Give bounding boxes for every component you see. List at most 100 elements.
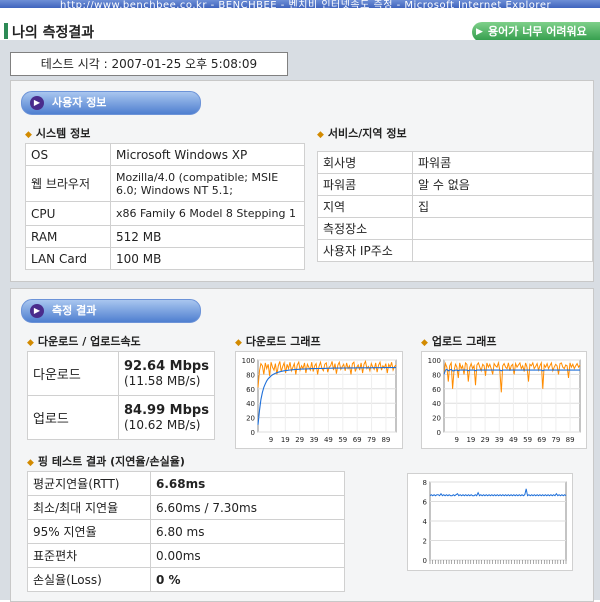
system-info-table: OS Microsoft Windows XP 웹 브라우저 Mozilla/4.0… xyxy=(25,143,305,270)
bullet-icon: ◆ xyxy=(317,130,324,140)
row-label: RAM xyxy=(25,225,111,248)
row-label: CPU xyxy=(25,201,111,226)
upload-graph-heading: ◆ 업로드 그래프 xyxy=(421,333,496,349)
bullet-icon: ◆ xyxy=(421,338,428,348)
glossary-help-button[interactable]: ▶ 용어가 너무 어려워요 xyxy=(472,22,600,42)
user-info-header: ▶ 사용자 정보 xyxy=(21,91,201,115)
row-label: 지역 xyxy=(317,195,413,218)
x-tick-label: 9 xyxy=(455,436,459,444)
table-row: LAN Card 100 MB xyxy=(25,247,305,270)
row-label: 회사명 xyxy=(317,151,413,174)
ping-table: 평균지연율(RTT) 6.68ms 최소/최대 지연율 6.60ms / 7.30m… xyxy=(27,471,345,592)
upload-graph-title: 업로드 그래프 xyxy=(431,335,497,348)
y-tick-label: 6 xyxy=(423,499,428,507)
row-value: 512 MB xyxy=(110,225,305,248)
user-info-title: 사용자 정보 xyxy=(52,96,107,109)
y-tick-label: 20 xyxy=(246,415,255,423)
y-tick-label: 0 xyxy=(437,429,441,437)
row-label: 사용자 IP주소 xyxy=(317,239,413,262)
table-row: 사용자 IP주소 xyxy=(317,239,593,262)
speed-table: 다운로드 92.64 Mbps (11.58 MB/s) 업로드 84.99 M… xyxy=(27,351,215,440)
download-mbs: (11.58 MB/s) xyxy=(124,373,201,388)
play-arrow-icon: ▶ xyxy=(476,27,483,37)
row-label: 손실율(Loss) xyxy=(27,567,151,592)
table-row: 업로드 84.99 Mbps (10.62 MB/s) xyxy=(27,395,215,440)
results-header: ▶ 측정 결과 xyxy=(21,299,201,323)
table-row: 평균지연율(RTT) 6.68ms xyxy=(27,471,345,496)
row-label: LAN Card xyxy=(25,247,111,270)
window-title-bar: http://www.benchbee.co.kr - BENCHBEE - 벤… xyxy=(0,0,600,8)
table-row: 최소/최대 지연율 6.60ms / 7.30ms xyxy=(27,495,345,520)
table-row: 지역 집 xyxy=(317,195,593,218)
row-value xyxy=(412,217,593,240)
x-tick-label: 39 xyxy=(310,436,319,444)
download-label: 다운로드 xyxy=(27,351,119,396)
table-row: 웹 브라우저 Mozilla/4.0 (compatible; MSIE 6.0;… xyxy=(25,165,305,202)
row-value: 100 MB xyxy=(110,247,305,270)
row-label: 평균지연율(RTT) xyxy=(27,471,151,496)
row-value: 알 수 없음 xyxy=(412,173,593,196)
row-label: 웹 브라우저 xyxy=(25,165,111,202)
row-label: 최소/최대 지연율 xyxy=(27,495,151,520)
row-label: 95% 지연율 xyxy=(27,519,151,544)
row-label: 측정장소 xyxy=(317,217,413,240)
row-value: 0.00ms xyxy=(150,543,345,568)
glossary-help-label: 용어가 너무 어려워요 xyxy=(488,25,587,38)
service-info-title: 서비스/지역 정보 xyxy=(327,127,407,140)
y-tick-label: 80 xyxy=(432,371,441,379)
system-info-title: 시스템 정보 xyxy=(35,127,91,140)
table-row: 95% 지연율 6.80 ms xyxy=(27,519,345,544)
row-value: 6.60ms / 7.30ms xyxy=(150,495,345,520)
results-title: 측정 결과 xyxy=(52,304,97,317)
bullet-icon: ◆ xyxy=(235,338,242,348)
row-value: Microsoft Windows XP xyxy=(110,143,305,166)
x-tick-label: 19 xyxy=(281,436,290,444)
row-value xyxy=(412,239,593,262)
download-graph-title: 다운로드 그래프 xyxy=(245,335,321,348)
table-row: RAM 512 MB xyxy=(25,225,305,248)
bullet-icon: ◆ xyxy=(27,458,34,468)
upload-mbs: (10.62 MB/s) xyxy=(124,417,201,432)
x-tick-label: 39 xyxy=(495,436,504,444)
table-row: CPU x86 Family 6 Model 8 Stepping 1 xyxy=(25,201,305,226)
y-tick-label: 80 xyxy=(246,371,255,379)
row-value: 6.68ms xyxy=(150,471,345,496)
ping-graph-svg: 0 2 4 6 8 xyxy=(423,479,567,565)
system-info-heading: ◆ 시스템 정보 xyxy=(25,125,90,141)
x-tick-label: 59 xyxy=(338,436,347,444)
y-tick-label: 60 xyxy=(246,386,255,394)
row-label: 파워콤 xyxy=(317,173,413,196)
table-row: 회사명 파워콤 xyxy=(317,151,593,174)
window-title: http://www.benchbee.co.kr - BENCHBEE - 벤… xyxy=(60,0,552,8)
y-tick-label: 0 xyxy=(423,557,427,565)
download-mbps: 92.64 Mbps xyxy=(124,358,209,374)
upload-graph-svg: 0 20 40 60 80 100 9 19 29 39 49 59 69 79 89 xyxy=(428,357,581,444)
x-tick-label: 69 xyxy=(353,436,362,444)
user-info-panel: ▶ 사용자 정보 ◆ 시스템 정보 ◆ 서비스/지역 정보 OS Microsoft … xyxy=(10,80,594,282)
y-tick-label: 20 xyxy=(432,415,441,423)
x-tick-label: 89 xyxy=(566,436,575,444)
page-title: 나의 측정결과 xyxy=(12,25,95,41)
download-graph: 0 20 40 60 80 100 9 19 29 39 49 59 69 79 89 xyxy=(235,351,403,449)
x-tick-label: 29 xyxy=(295,436,304,444)
bullet-icon: ◆ xyxy=(25,130,32,140)
y-tick-label: 8 xyxy=(423,479,427,487)
x-tick-label: 9 xyxy=(269,436,273,444)
header-accent-bar xyxy=(4,23,8,39)
service-info-table: 회사명 파워콤 파워콤 알 수 없음 지역 집 측정장소 사용자 IP주소 xyxy=(317,151,593,262)
y-tick-label: 40 xyxy=(432,400,441,408)
upload-mbps: 84.99 Mbps xyxy=(124,402,209,418)
y-tick-label: 40 xyxy=(246,400,255,408)
table-row: 측정장소 xyxy=(317,217,593,240)
x-tick-label: 59 xyxy=(523,436,532,444)
upload-label: 업로드 xyxy=(27,395,119,440)
speed-heading: ◆ 다운로드 / 업로드속도 xyxy=(27,333,141,349)
service-info-heading: ◆ 서비스/지역 정보 xyxy=(317,125,407,141)
arrow-right-icon: ▶ xyxy=(30,96,44,110)
x-tick-label: 19 xyxy=(466,436,475,444)
bullet-icon: ◆ xyxy=(27,338,34,348)
y-tick-label: 60 xyxy=(432,386,441,394)
ping-heading: ◆ 핑 테스트 결과 (지연율/손실율) xyxy=(27,453,185,469)
test-time-box: 테스트 시각 : 2007-01-25 오후 5:08:09 xyxy=(10,52,288,76)
download-graph-svg: 0 20 40 60 80 100 9 19 29 39 49 59 69 79 89 xyxy=(242,357,397,444)
